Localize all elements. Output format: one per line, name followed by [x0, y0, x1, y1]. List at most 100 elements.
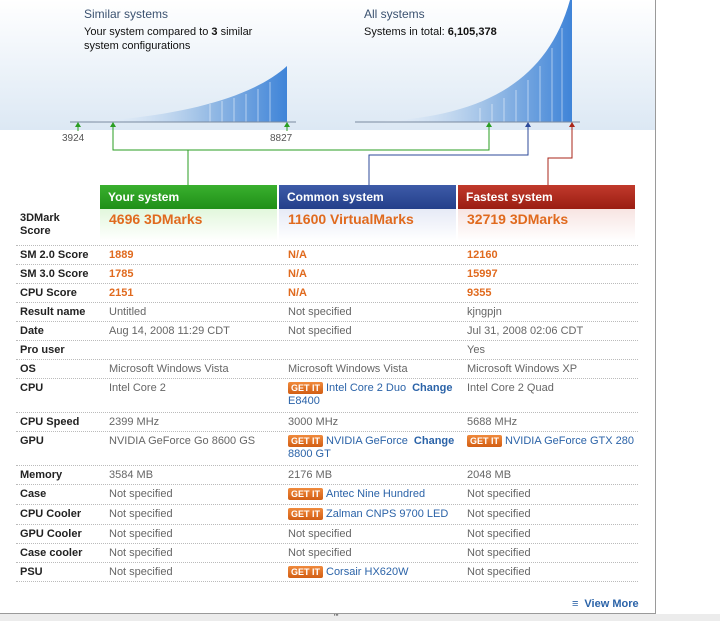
common-sm2-score: N/A [288, 249, 307, 261]
similar-heading: Similar systems [84, 7, 169, 21]
row-label: GPU Cooler [20, 528, 82, 540]
row-label: SM 3.0 Score [20, 268, 89, 280]
your-connector [112, 127, 490, 151]
get-it-button[interactable]: GET IT [288, 435, 323, 447]
fastest-connector [547, 127, 573, 185]
cell-value: Not specified [288, 528, 352, 540]
fastest-sm2-score: 12160 [467, 249, 498, 261]
cell-value: Jul 31, 2008 02:06 CDT [467, 325, 584, 337]
get-it-button[interactable]: GET IT [288, 566, 323, 578]
common-gpu-link[interactable]: NVIDIA GeForce [326, 435, 408, 447]
cell-value: kjngpjn [467, 306, 502, 318]
common-case-link[interactable]: Antec Nine Hundred [326, 488, 425, 500]
cell-value: 2176 MB [288, 469, 333, 481]
common-3dmark-score: 11600 VirtualMarks [288, 211, 414, 227]
table-row: Case Not specified GET IT Antec Nine Hund… [16, 485, 638, 505]
fastest-sm3-score: 15997 [467, 268, 498, 280]
cell-value: Intel Core 2 Quad [467, 382, 554, 394]
cell-value: Not specified [467, 547, 531, 559]
list-icon: ≡ [572, 598, 579, 610]
cell-value: Not specified [288, 325, 352, 337]
view-more-label: View More [584, 598, 639, 610]
table-row: PSU Not specified GET IT Corsair HX620W N… [16, 563, 638, 582]
get-it-button[interactable]: GET IT [467, 435, 502, 447]
common-cpu-cooler-link[interactable]: Zalman CNPS 9700 LED [326, 508, 448, 520]
cell-value: Not specified [467, 566, 531, 578]
cell-value: Not specified [109, 508, 173, 520]
fastest-gpu-link[interactable]: NVIDIA GeForce GTX 280 [505, 435, 634, 447]
similar-tick-max: 8827 [270, 133, 293, 144]
cell-value: Intel Core 2 [109, 382, 166, 394]
table-row: Pro user Yes [16, 341, 638, 360]
cell-value: Not specified [109, 566, 173, 578]
cell-value: Not specified [467, 528, 531, 540]
row-label: Result name [20, 306, 86, 318]
common-connector [368, 127, 529, 185]
common-psu-link[interactable]: Corsair HX620W [326, 566, 409, 578]
cell-value: Aug 14, 2008 11:29 CDT [109, 325, 230, 337]
row-label: Date [20, 325, 44, 337]
cell-value: 2048 MB [467, 469, 512, 481]
similar-description: Your system compared to 3 similar system… [84, 26, 253, 52]
view-more-link[interactable]: ≡ View More [572, 598, 639, 610]
table-row: SM 3.0 Score 1785 N/A 15997 [16, 265, 638, 284]
row-label: SM 2.0 Score [20, 249, 89, 261]
common-psu-cell: GET IT Corsair HX620W [288, 566, 460, 579]
common-cpu-score: N/A [288, 287, 307, 299]
common-gpu-cell: GET IT NVIDIA GeForce Change 8800 GT [288, 435, 460, 461]
fastest-cpu-score: 9355 [467, 287, 492, 299]
all-description: Systems in total: 6,105,378 [364, 26, 497, 38]
table-row: Case cooler Not specified Not specified … [16, 544, 638, 563]
cell-value: 5688 MHz [467, 416, 518, 428]
common-gpu-link-model[interactable]: 8800 GT [288, 448, 331, 460]
row-label: Case cooler [20, 547, 83, 559]
table-row: 3DMark Score 4696 3DMarks 11600 VirtualM… [16, 209, 638, 246]
table-row: Memory 3584 MB 2176 MB 2048 MB [16, 466, 638, 485]
cell-value: 3000 MHz [288, 416, 339, 428]
cell-value: Not specified [467, 508, 531, 520]
cell-value: 2399 MHz [109, 416, 160, 428]
cell-value: Not specified [109, 528, 173, 540]
table-row: CPU Speed 2399 MHz 3000 MHz 5688 MHz [16, 413, 638, 432]
table-row: OS Microsoft Windows Vista Microsoft Win… [16, 360, 638, 379]
common-sm3-score: N/A [288, 268, 307, 280]
change-link[interactable]: Change [414, 435, 454, 447]
row-label: CPU Score [20, 287, 77, 299]
get-it-button[interactable]: GET IT [288, 382, 323, 394]
common-system-header: Common system [279, 185, 456, 209]
distribution-charts: Similar systems Your system compared to … [0, 0, 655, 185]
common-cpu-link[interactable]: Intel Core 2 Duo [326, 382, 406, 394]
panel-right-border [655, 0, 656, 614]
common-cpu-cell: GET IT Intel Core 2 Duo Change E8400 [288, 382, 460, 408]
similar-tick-min: 3924 [62, 133, 85, 144]
cell-value: 3584 MB [109, 469, 154, 481]
get-it-button[interactable]: GET IT [288, 508, 323, 520]
your-cpu-score: 2151 [109, 287, 134, 299]
row-label: CPU Speed [20, 416, 80, 428]
change-link[interactable]: Change [412, 382, 452, 394]
table-row: GPU NVIDIA GeForce Go 8600 GS GET IT NVID… [16, 432, 638, 466]
common-cpu-link-model[interactable]: E8400 [288, 395, 320, 407]
your-3dmark-score: 4696 3DMarks [109, 211, 203, 227]
row-label: Case [20, 488, 47, 500]
cell-value: NVIDIA GeForce Go 8600 GS [109, 435, 256, 447]
fastest-3dmark-score: 32719 3DMarks [467, 211, 569, 227]
row-label: OS [20, 363, 36, 375]
get-it-button[interactable]: GET IT [288, 488, 323, 500]
table-row: CPU Intel Core 2 GET IT Intel Core 2 Duo C… [16, 379, 638, 413]
cell-value: Not specified [109, 547, 173, 559]
row-label: 3DMark Score [20, 212, 60, 237]
resize-grip-icon[interactable]: ''' [334, 614, 339, 621]
common-cpu-cooler-cell: GET IT Zalman CNPS 9700 LED [288, 508, 460, 521]
table-row: GPU Cooler Not specified Not specified N… [16, 525, 638, 544]
fastest-system-header: Fastest system [458, 185, 635, 209]
table-row: Date Aug 14, 2008 11:29 CDT Not specifie… [16, 322, 638, 341]
table-row: SM 2.0 Score 1889 N/A 12160 [16, 246, 638, 265]
window-status-strip [0, 614, 720, 621]
cell-value: Not specified [467, 488, 531, 500]
cell-value: Not specified [109, 488, 173, 500]
row-label: CPU [20, 382, 44, 394]
cell-value: Not specified [288, 306, 352, 318]
cell-value: Untitled [109, 306, 147, 318]
row-label: Memory [20, 469, 63, 481]
